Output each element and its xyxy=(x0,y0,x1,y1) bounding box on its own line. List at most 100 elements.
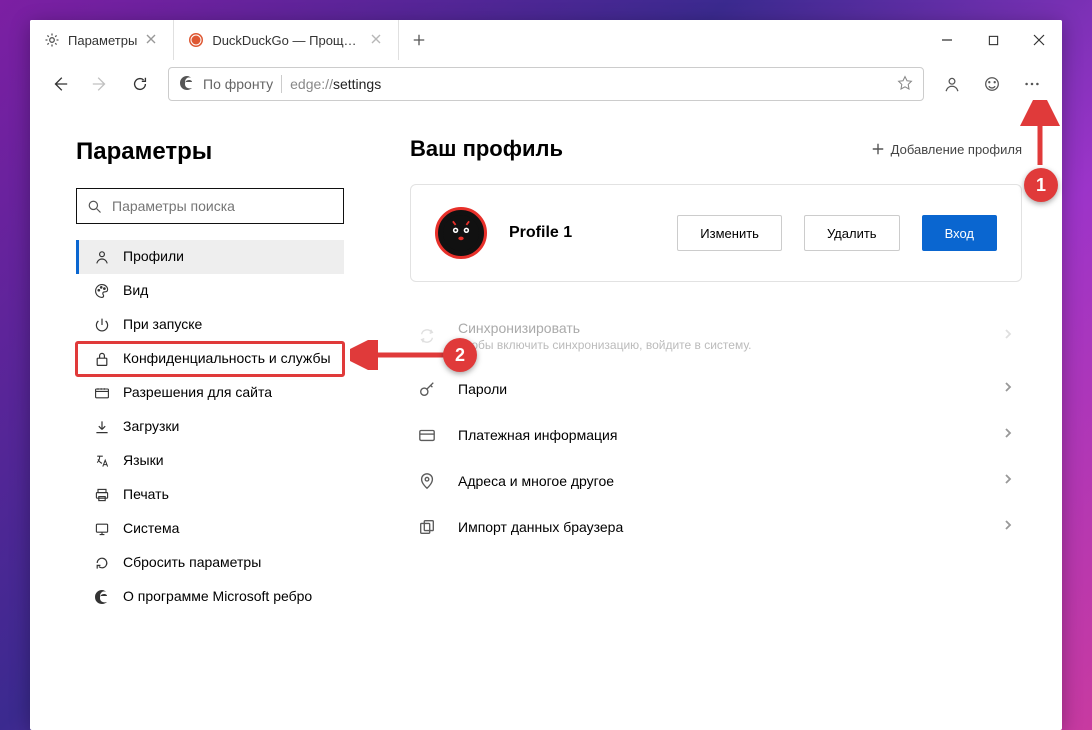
browser-window: Параметры DuckDuckGo — Проще говоря xyxy=(30,20,1062,730)
row-import[interactable]: Импорт данных браузера xyxy=(410,504,1022,550)
settings-search-input[interactable] xyxy=(112,198,333,214)
settings-main: Ваш профиль Добавление профиля Profile 1… xyxy=(370,108,1062,730)
separator xyxy=(281,75,282,93)
sidebar-item-site-permissions[interactable]: Разрешения для сайта xyxy=(76,376,344,410)
sidebar-item-label: Языки xyxy=(123,452,164,470)
row-label: Синхронизировать xyxy=(458,320,982,336)
lock-icon xyxy=(93,350,111,368)
chevron-right-icon xyxy=(1002,327,1014,345)
edit-profile-button[interactable]: Изменить xyxy=(677,215,782,251)
window-controls xyxy=(924,20,1062,60)
settings-sidebar: Параметры Профили Вид При запуске xyxy=(30,108,370,730)
row-addresses[interactable]: Адреса и многое другое xyxy=(410,458,1022,504)
forward-button[interactable] xyxy=(82,66,118,102)
chevron-right-icon xyxy=(1002,426,1014,444)
row-passwords[interactable]: Пароли xyxy=(410,366,1022,412)
maximize-button[interactable] xyxy=(970,20,1016,60)
sidebar-item-languages[interactable]: Языки xyxy=(76,444,344,478)
settings-menu: Профили Вид При запуске Конфиденциальнос… xyxy=(76,240,344,614)
sidebar-title: Параметры xyxy=(76,138,344,166)
sidebar-item-privacy[interactable]: Конфиденциальность и службы xyxy=(76,342,344,376)
tab-duckduckgo[interactable]: DuckDuckGo — Проще говоря xyxy=(174,20,399,60)
sidebar-item-label: Профили xyxy=(123,248,184,266)
palette-icon xyxy=(93,282,111,300)
more-menu-button[interactable] xyxy=(1014,66,1050,102)
row-label: Пароли xyxy=(458,381,982,397)
reset-icon xyxy=(93,554,111,572)
print-icon xyxy=(93,486,111,504)
chevron-right-icon xyxy=(1002,380,1014,398)
annotation-callout-1: 1 xyxy=(1024,168,1058,202)
favorite-icon[interactable] xyxy=(897,75,913,94)
tab-settings[interactable]: Параметры xyxy=(30,20,174,60)
sidebar-item-profiles[interactable]: Профили xyxy=(76,240,344,274)
row-label: Платежная информация xyxy=(458,427,982,443)
content: Параметры Профили Вид При запуске xyxy=(30,108,1062,730)
language-icon xyxy=(93,452,111,470)
url-text: edge://settings xyxy=(290,76,381,92)
sidebar-item-label: Система xyxy=(123,520,179,538)
tab-label: Параметры xyxy=(68,33,137,48)
new-tab-button[interactable] xyxy=(399,20,439,60)
annotation-callout-2: 2 xyxy=(443,338,477,372)
address-bar[interactable]: По фронту edge://settings xyxy=(168,67,924,101)
back-button[interactable] xyxy=(42,66,78,102)
titlebar: Параметры DuckDuckGo — Проще говоря xyxy=(30,20,1062,60)
sidebar-item-label: Печать xyxy=(123,486,169,504)
gear-icon xyxy=(44,32,60,48)
profile-settings-list: Синхронизировать Чтобы включить синхрони… xyxy=(410,306,1022,550)
sidebar-item-startup[interactable]: При запуске xyxy=(76,308,344,342)
chevron-right-icon xyxy=(1002,472,1014,490)
sidebar-item-print[interactable]: Печать xyxy=(76,478,344,512)
edge-logo-icon xyxy=(179,75,195,94)
card-icon xyxy=(416,426,438,444)
delete-profile-button[interactable]: Удалить xyxy=(804,215,900,251)
address-brand: По фронту xyxy=(203,76,273,92)
row-label: Адреса и многое другое xyxy=(458,473,982,489)
sidebar-item-system[interactable]: Система xyxy=(76,512,344,546)
feedback-icon[interactable] xyxy=(974,66,1010,102)
edge-icon xyxy=(93,588,111,606)
sidebar-item-reset[interactable]: Сбросить параметры xyxy=(76,546,344,580)
sidebar-item-label: О программе Microsoft ребро xyxy=(123,588,312,606)
search-icon xyxy=(87,199,102,214)
chevron-right-icon xyxy=(1002,518,1014,536)
signin-button[interactable]: Вход xyxy=(922,215,997,251)
key-icon xyxy=(416,380,438,398)
sidebar-item-label: Вид xyxy=(123,282,148,300)
avatar xyxy=(435,207,487,259)
settings-search[interactable] xyxy=(76,188,344,224)
row-sync: Синхронизировать Чтобы включить синхрони… xyxy=(410,306,1022,366)
sidebar-item-label: При запуске xyxy=(123,316,202,334)
person-icon xyxy=(93,248,111,266)
page-title: Ваш профиль xyxy=(410,136,563,162)
tab-label: DuckDuckGo — Проще говоря xyxy=(212,33,362,48)
main-header: Ваш профиль Добавление профиля xyxy=(410,136,1022,162)
profile-icon[interactable] xyxy=(934,66,970,102)
profile-card: Profile 1 Изменить Удалить Вход xyxy=(410,184,1022,282)
sidebar-item-label: Сбросить параметры xyxy=(123,554,261,572)
refresh-button[interactable] xyxy=(122,66,158,102)
plus-icon xyxy=(871,142,885,156)
sidebar-item-appearance[interactable]: Вид xyxy=(76,274,344,308)
add-profile-label: Добавление профиля xyxy=(891,142,1022,157)
minimize-button[interactable] xyxy=(924,20,970,60)
add-profile-button[interactable]: Добавление профиля xyxy=(871,142,1022,157)
sidebar-item-about[interactable]: О программе Microsoft ребро xyxy=(76,580,344,614)
close-icon[interactable] xyxy=(145,33,159,47)
close-icon[interactable] xyxy=(370,33,384,47)
power-icon xyxy=(93,316,111,334)
row-payment[interactable]: Платежная информация xyxy=(410,412,1022,458)
duckduckgo-icon xyxy=(188,32,204,48)
profile-name: Profile 1 xyxy=(509,224,655,242)
permissions-icon xyxy=(93,384,111,402)
sidebar-item-downloads[interactable]: Загрузки xyxy=(76,410,344,444)
sidebar-item-label: Конфиденциальность и службы xyxy=(123,350,331,368)
toolbar: По фронту edge://settings xyxy=(30,60,1062,108)
sidebar-item-label: Загрузки xyxy=(123,418,179,436)
close-window-button[interactable] xyxy=(1016,20,1062,60)
download-icon xyxy=(93,418,111,436)
location-icon xyxy=(416,472,438,490)
system-icon xyxy=(93,520,111,538)
sidebar-item-label: Разрешения для сайта xyxy=(123,384,272,402)
